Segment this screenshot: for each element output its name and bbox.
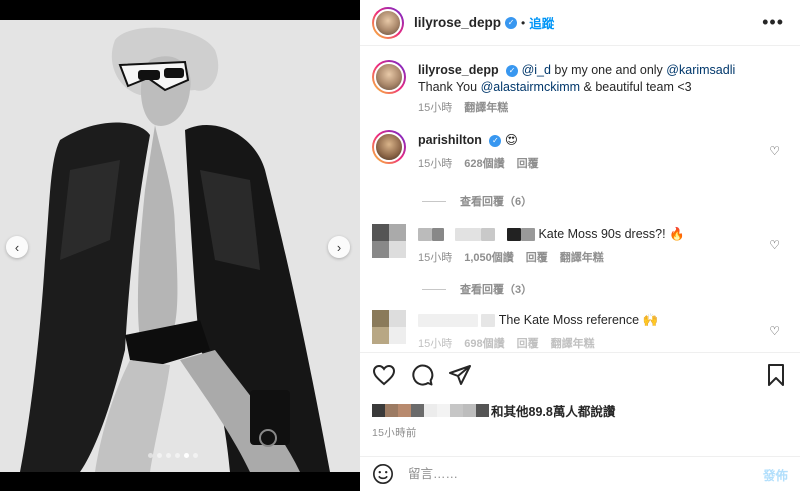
replies-divider [422, 200, 446, 202]
caption-text: by my one and only [550, 63, 667, 77]
comment-time: 15小時 [418, 338, 453, 350]
comment-likes[interactable]: 1,050個讚 [464, 250, 514, 267]
post-side-panel: lilyrose_depp ✓ • 追蹤 ••• lilyrose_depp ✓… [360, 0, 800, 491]
comment-text: Kate Moss 90s dress?! 🔥 [538, 227, 685, 241]
slide-dot-active [184, 453, 189, 458]
view-replies-label: 查看回覆（3） [460, 284, 533, 296]
comment-time: 15小時 [418, 252, 453, 264]
view-replies-button[interactable]: 查看回覆（6） [422, 193, 532, 209]
verified-badge-icon: ✓ [505, 16, 518, 29]
comment-bubble-icon[interactable] [410, 363, 434, 387]
likes-summary[interactable]: 和其他89.8萬人都說讚 [372, 401, 615, 420]
emoji-smiley-icon[interactable] [372, 463, 394, 485]
comment-input[interactable] [408, 467, 763, 481]
post-photo [0, 20, 360, 472]
comment-username[interactable]: parishilton [418, 133, 482, 147]
slide-dot [193, 453, 198, 458]
follow-button[interactable]: 追蹤 [529, 13, 554, 32]
translate-button[interactable]: 翻譯年糕 [464, 100, 508, 117]
comment-text: The Kate Moss reference 🙌 [498, 313, 659, 327]
post-media: ‹ › [0, 0, 360, 491]
comment-likes[interactable]: 628個讚 [464, 156, 504, 173]
more-options-icon[interactable]: ••• [762, 12, 784, 33]
comments-list: lilyrose_depp ✓ @i_d by my one and only … [360, 46, 800, 352]
replies-divider [422, 288, 446, 290]
author-username[interactable]: lilyrose_depp [414, 15, 501, 30]
like-comment-heart-icon[interactable]: ♡ [769, 324, 780, 338]
slide-dot [148, 453, 153, 458]
slide-dot [157, 453, 162, 458]
author-avatar[interactable] [372, 6, 404, 39]
caption-time: 15小時 [418, 102, 453, 114]
comment-time: 15小時 [418, 158, 453, 170]
redacted-avatar [372, 310, 406, 344]
liked-by-avatars [372, 404, 489, 417]
slide-dot [175, 453, 180, 458]
like-comment-heart-icon[interactable]: ♡ [769, 144, 780, 158]
share-paper-plane-icon[interactable] [448, 363, 472, 387]
mention-link[interactable]: @alastairmckimm [481, 80, 581, 94]
post-header: lilyrose_depp ✓ • 追蹤 ••• [360, 0, 800, 46]
translate-button[interactable]: 翻譯年糕 [551, 336, 595, 352]
post-actions: 和其他89.8萬人都說讚 15小時前 [360, 352, 800, 456]
separator-dot: • [521, 15, 526, 30]
redacted-username [418, 228, 432, 242]
reply-button[interactable]: 回覆 [517, 156, 539, 173]
photo-illustration [0, 20, 360, 472]
verified-badge-icon: ✓ [506, 64, 519, 77]
comment-body: The Kate Moss reference 🙌 15小時 698個讚 回覆 … [418, 312, 768, 352]
caption-avatar[interactable] [372, 60, 406, 94]
post-comment-button[interactable]: 發佈 [763, 465, 788, 484]
like-heart-icon[interactable] [372, 363, 396, 387]
likes-count-text: 和其他89.8萬人都說讚 [491, 405, 616, 419]
translate-button[interactable]: 翻譯年糕 [560, 250, 604, 267]
next-slide-button[interactable]: › [328, 236, 350, 258]
comment-avatar[interactable] [372, 130, 406, 164]
view-replies-button[interactable]: 查看回覆（3） [422, 281, 532, 297]
redacted-username [418, 314, 478, 328]
add-comment-bar: 發佈 [360, 456, 800, 491]
like-comment-heart-icon[interactable]: ♡ [769, 238, 780, 252]
mention-link[interactable]: @i_d [522, 63, 551, 77]
verified-badge-icon: ✓ [489, 134, 502, 147]
comment-text: 😍 [504, 133, 518, 147]
post-timestamp[interactable]: 15小時前 [372, 425, 417, 440]
comment-body: parishilton ✓ 😍 15小時 628個讚 回覆 [418, 132, 768, 173]
comment-body: Kate Moss 90s dress?! 🔥 15小時 1,050個讚 回覆 … [418, 226, 768, 267]
redacted-avatar [372, 224, 406, 258]
previous-slide-button[interactable]: ‹ [6, 236, 28, 258]
caption-text: Thank You [418, 80, 481, 94]
comment-likes[interactable]: 698個讚 [464, 336, 504, 352]
caption-body: lilyrose_depp ✓ @i_d by my one and only … [418, 62, 768, 117]
mention-link[interactable]: @karimsadli [666, 63, 735, 77]
reply-button[interactable]: 回覆 [526, 250, 548, 267]
caption-username[interactable]: lilyrose_depp [418, 63, 499, 77]
reply-button[interactable]: 回覆 [517, 336, 539, 352]
view-replies-label: 查看回覆（6） [460, 196, 533, 208]
caption-text: & beautiful team <3 [580, 80, 692, 94]
slide-dot [166, 453, 171, 458]
save-bookmark-icon[interactable] [764, 363, 788, 387]
slide-indicator [148, 453, 198, 458]
